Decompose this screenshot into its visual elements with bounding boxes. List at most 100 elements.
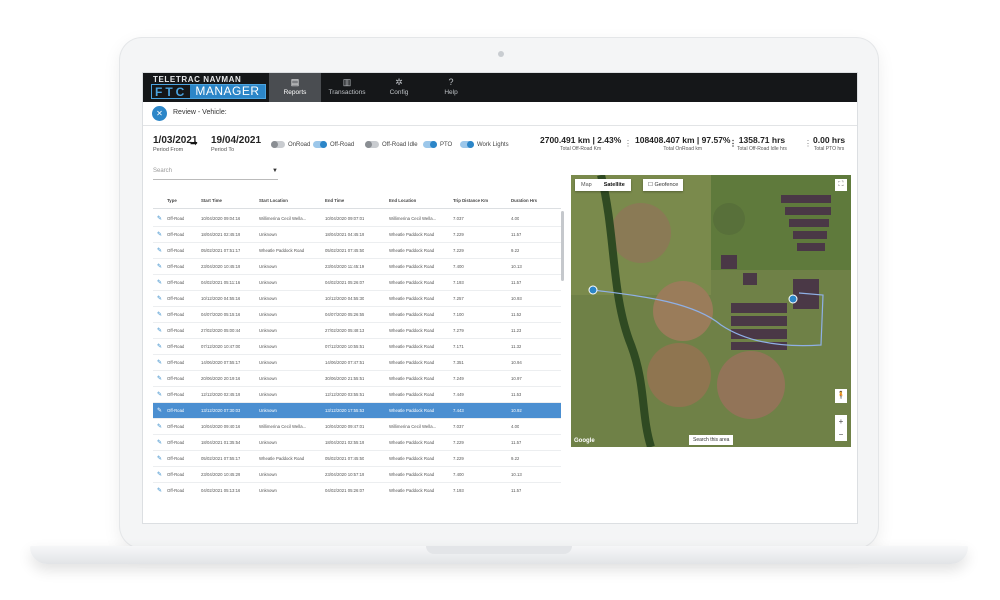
geofence-toggle[interactable]: ☐ Geofence: [643, 179, 684, 191]
more-vertical-icon[interactable]: ⋮: [804, 139, 812, 148]
table-cell: 27/02/2020 05:00:44: [201, 328, 241, 333]
table-row[interactable]: ✎ Off-Road 04/07/2020 05:15:16 Unknown 04/07…: [153, 307, 561, 323]
toggle-offroad-idle[interactable]: Off-Road Idle: [365, 141, 418, 148]
edit-pencil-icon[interactable]: ✎: [157, 487, 162, 494]
table-row[interactable]: ✎ Off-Road 13/12/2020 07:30:03 Unknown 13/12…: [153, 403, 561, 419]
toggle-offroad-switch[interactable]: [313, 141, 327, 148]
map-tab-satellite[interactable]: Satellite: [598, 179, 631, 191]
zoom-in-button[interactable]: +: [835, 415, 847, 428]
edit-pencil-icon[interactable]: ✎: [157, 455, 162, 462]
edit-pencil-icon[interactable]: ✎: [157, 423, 162, 430]
table-cell: Wheatle Paddock Road: [389, 360, 435, 365]
edit-pencil-icon[interactable]: ✎: [157, 407, 162, 414]
table-cell: Unknown: [259, 408, 277, 413]
toggle-offroad-idle-switch[interactable]: [365, 141, 379, 148]
brand-logo[interactable]: FTC MANAGER: [151, 84, 266, 99]
table-cell: 23/04/2020 10:57:19: [325, 472, 365, 477]
table-cell: Wheatle Paddock Road: [389, 264, 435, 269]
table-cell: 10/12/2020 04:55:16: [201, 296, 241, 301]
pegman-icon[interactable]: 🧍: [835, 389, 847, 403]
table-row[interactable]: ✎ Off-Road 23/04/2020 10:45:19 Unknown 23/04…: [153, 259, 561, 275]
nav-help[interactable]: ? Help: [425, 73, 477, 102]
table-row[interactable]: ✎ Off-Road 05/02/2021 07:51:17 Wheatle Padd…: [153, 243, 561, 259]
toggle-work-lights[interactable]: Work Lights: [460, 141, 509, 148]
table-cell: Willimerina Cecil Wella...: [389, 216, 437, 221]
nav-transactions[interactable]: ▥ Transactions: [321, 73, 373, 102]
table-cell: Off-Road: [167, 456, 185, 461]
table-row[interactable]: ✎ Off-Road 20/06/2020 20:19:16 Unknown 30/06…: [153, 371, 561, 387]
table-header-cell[interactable]: Duration Hrs: [511, 198, 537, 203]
table-cell: 7.449: [453, 392, 464, 397]
table-header-cell[interactable]: End Location: [389, 198, 416, 203]
table-cell: Wheatle Paddock Road: [389, 456, 435, 461]
edit-pencil-icon[interactable]: ✎: [157, 471, 162, 478]
table-row[interactable]: ✎ Off-Road 10/04/2020 09:40:16 Willimerina …: [153, 419, 561, 435]
edit-pencil-icon[interactable]: ✎: [157, 231, 162, 238]
table-row[interactable]: ✎ Off-Road 07/12/2020 10:47:00 Unknown 07/12…: [153, 339, 561, 355]
search-this-area-button[interactable]: Search this area: [689, 435, 734, 445]
zoom-out-button[interactable]: −: [835, 428, 847, 441]
table-cell: 7.100: [453, 312, 464, 317]
arrow-right-icon: ➡: [190, 138, 198, 148]
table-row[interactable]: ✎ Off-Road 12/12/2020 02:45:19 Unknown 12/12…: [153, 387, 561, 403]
table-header-cell[interactable]: Type: [167, 198, 177, 203]
table-cell: 7.229: [453, 232, 464, 237]
close-review-button[interactable]: ✕: [152, 106, 167, 121]
table-cell: Unknown: [259, 232, 277, 237]
table-cell: 9.22: [511, 456, 520, 461]
edit-pencil-icon[interactable]: ✎: [157, 391, 162, 398]
caret-down-icon[interactable]: ▼: [272, 168, 278, 174]
edit-pencil-icon[interactable]: ✎: [157, 263, 162, 270]
map-view[interactable]: Map Satellite ☐ Geofence ⛶ 🧍 + − Search …: [571, 175, 851, 447]
table-cell: 7.249: [453, 376, 464, 381]
toggle-onroad[interactable]: OnRoad: [271, 141, 310, 148]
toggle-pto[interactable]: PTO: [423, 141, 452, 148]
edit-pencil-icon[interactable]: ✎: [157, 295, 162, 302]
edit-pencil-icon[interactable]: ✎: [157, 311, 162, 318]
more-vertical-icon[interactable]: ⋮: [729, 139, 737, 148]
search-input[interactable]: Search ▼: [153, 166, 278, 180]
table-row[interactable]: ✎ Off-Road 04/02/2021 05:13:16 Unknown 04/02…: [153, 483, 561, 498]
brand-ftc: FTC: [155, 84, 188, 99]
fullscreen-icon[interactable]: ⛶: [835, 179, 847, 191]
map-tab-map[interactable]: Map: [575, 179, 598, 191]
edit-pencil-icon[interactable]: ✎: [157, 343, 162, 350]
table-row[interactable]: ✎ Off-Road 10/12/2020 04:55:16 Unknown 10/12…: [153, 291, 561, 307]
nav-help-label: Help: [444, 89, 458, 96]
edit-pencil-icon[interactable]: ✎: [157, 439, 162, 446]
table-header-cell[interactable]: Trip Distance Km: [453, 198, 488, 203]
table-header-cell[interactable]: Start Time: [201, 198, 222, 203]
edit-pencil-icon[interactable]: ✎: [157, 247, 162, 254]
period-to[interactable]: 19/04/2021 Period To: [211, 135, 261, 153]
table-scrollbar[interactable]: [561, 211, 564, 281]
table-row[interactable]: ✎ Off-Road 14/06/2020 07:55:17 Unknown 14/06…: [153, 355, 561, 371]
table-row[interactable]: ✎ Off-Road 27/02/2020 05:00:44 Unknown 27/02…: [153, 323, 561, 339]
table-row[interactable]: ✎ Off-Road 05/02/2021 07:55:17 Wheatle Padd…: [153, 451, 561, 467]
table-header-cell[interactable]: Start Location: [259, 198, 288, 203]
table-row[interactable]: ✎ Off-Road 10/04/2020 09:04:16 Willimerina …: [153, 211, 561, 227]
edit-pencil-icon[interactable]: ✎: [157, 215, 162, 222]
table-cell: Wheatle Paddock Road: [389, 280, 435, 285]
edit-pencil-icon[interactable]: ✎: [157, 359, 162, 366]
edit-pencil-icon[interactable]: ✎: [157, 327, 162, 334]
more-vertical-icon[interactable]: ⋮: [624, 139, 632, 148]
table-cell: Wheatle Paddock Road: [389, 392, 435, 397]
table-row[interactable]: ✎ Off-Road 18/04/2021 01:35:54 Unknown 18/04…: [153, 435, 561, 451]
edit-pencil-icon[interactable]: ✎: [157, 375, 162, 382]
nav-config[interactable]: ✲ Config: [373, 73, 425, 102]
table-cell: Off-Road: [167, 328, 185, 333]
toggle-pto-switch[interactable]: [423, 141, 437, 148]
toggle-work-lights-switch[interactable]: [460, 141, 474, 148]
sub-header: ✕ Review - Vehicle:: [143, 102, 857, 126]
table-header-cell[interactable]: End Time: [325, 198, 344, 203]
table-cell: 7.229: [453, 248, 464, 253]
table-row[interactable]: ✎ Off-Road 18/04/2021 02:45:19 Unknown 18/04…: [153, 227, 561, 243]
edit-pencil-icon[interactable]: ✎: [157, 279, 162, 286]
toggle-offroad[interactable]: Off-Road: [313, 141, 354, 148]
table-cell: 04/02/2021 05:11:16: [201, 280, 241, 285]
trips-table: Type Start Time Start Location End Time End …: [153, 193, 563, 498]
toggle-onroad-switch[interactable]: [271, 141, 285, 148]
table-row[interactable]: ✎ Off-Road 23/04/2020 10:45:29 Unknown 23/04…: [153, 467, 561, 483]
nav-reports[interactable]: ▤ Reports: [269, 73, 321, 102]
table-row[interactable]: ✎ Off-Road 04/02/2021 05:11:16 Unknown 04/02…: [153, 275, 561, 291]
